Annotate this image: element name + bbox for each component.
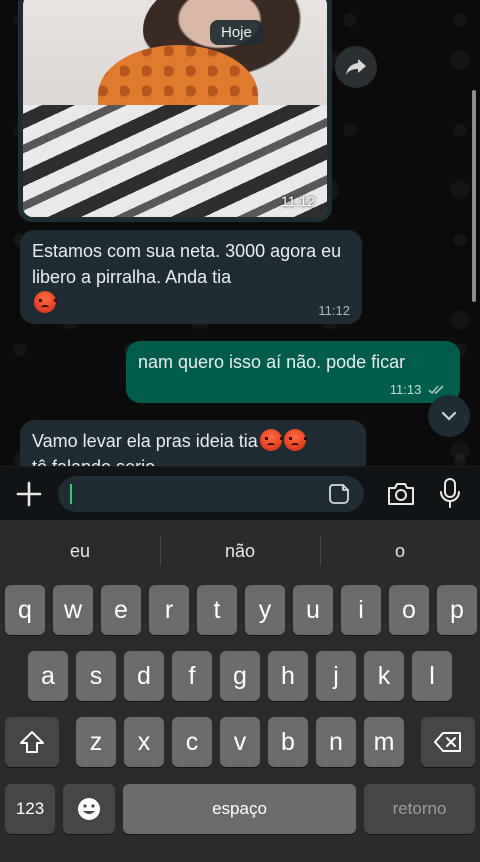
on-screen-keyboard: eu não o q w e r t y u i o p a s d f g h… — [0, 520, 480, 862]
numbers-key[interactable]: 123 — [5, 784, 55, 834]
key-t[interactable]: t — [197, 585, 237, 635]
plus-icon[interactable] — [14, 479, 44, 509]
key-l[interactable]: l — [412, 651, 452, 701]
key-x[interactable]: x — [124, 717, 164, 767]
key-u[interactable]: u — [293, 585, 333, 635]
key-k[interactable]: k — [364, 651, 404, 701]
key-v[interactable]: v — [220, 717, 260, 767]
scrollbar[interactable] — [472, 90, 476, 302]
emoji-icon — [78, 798, 100, 820]
incoming-message[interactable]: Vamo levar ela pras ideia tia tô falando… — [20, 420, 366, 470]
key-s[interactable]: s — [76, 651, 116, 701]
backspace-icon — [434, 732, 461, 752]
suggestion-item[interactable]: eu — [0, 534, 160, 568]
date-chip: Hoje — [210, 20, 263, 45]
key-e[interactable]: e — [101, 585, 141, 635]
autocomplete-bar: eu não o — [0, 534, 480, 568]
scroll-to-bottom-button[interactable] — [428, 395, 470, 437]
key-b[interactable]: b — [268, 717, 308, 767]
media-message[interactable]: 11:12 — [18, 0, 332, 222]
key-n[interactable]: n — [316, 717, 356, 767]
key-m[interactable]: m — [364, 717, 404, 767]
angry-face-emoji-icon — [259, 429, 283, 451]
message-text: Estamos com sua neta. 3000 agora eu libe… — [32, 241, 342, 287]
key-j[interactable]: j — [316, 651, 356, 701]
key-i[interactable]: i — [341, 585, 381, 635]
emoji-key[interactable] — [63, 784, 115, 834]
key-a[interactable]: a — [28, 651, 68, 701]
shift-icon — [20, 731, 44, 753]
key-f[interactable]: f — [172, 651, 212, 701]
incoming-message[interactable]: Estamos com sua neta. 3000 agora eu libe… — [20, 230, 362, 324]
sticker-icon[interactable] — [328, 483, 350, 505]
backspace-key[interactable] — [421, 717, 475, 767]
shift-key[interactable] — [5, 717, 59, 767]
camera-icon[interactable] — [386, 480, 416, 508]
key-r[interactable]: r — [149, 585, 189, 635]
key-d[interactable]: d — [124, 651, 164, 701]
suggestion-item[interactable]: o — [320, 534, 480, 568]
text-caret — [70, 484, 72, 504]
key-w[interactable]: w — [53, 585, 93, 635]
message-text-wrap: Vamo levar ela pras ideia tia tô falando… — [32, 428, 354, 470]
key-q[interactable]: q — [5, 585, 45, 635]
key-c[interactable]: c — [172, 717, 212, 767]
return-key[interactable]: retorno — [364, 784, 475, 834]
forward-button[interactable] — [335, 46, 377, 88]
chevron-down-icon — [441, 411, 457, 421]
photo-thumbnail[interactable]: 11:12 — [23, 0, 327, 217]
chat-area: 11:12 Hoje Estamos com sua neta. 3000 ag… — [0, 0, 480, 470]
key-h[interactable]: h — [268, 651, 308, 701]
message-time: 11:12 — [281, 193, 315, 209]
read-receipt-icon — [428, 385, 444, 395]
message-meta: 11:13 — [390, 382, 446, 397]
key-y[interactable]: y — [245, 585, 285, 635]
angry-face-emoji-icon — [283, 429, 307, 451]
key-o[interactable]: o — [389, 585, 429, 635]
microphone-icon[interactable] — [439, 477, 461, 509]
message-time: 11:12 — [318, 303, 350, 318]
key-g[interactable]: g — [220, 651, 260, 701]
message-input[interactable] — [58, 476, 364, 512]
message-text: nam quero isso aí não. pode ficar — [138, 352, 406, 372]
outgoing-message[interactable]: nam quero isso aí não. pode ficar 11:13 — [126, 341, 460, 403]
angry-face-emoji-icon — [34, 291, 57, 313]
message-time: 11:13 — [389, 382, 422, 397]
space-key[interactable]: espaço — [123, 784, 356, 834]
forward-icon — [346, 59, 366, 75]
message-text: Vamo levar ela pras ideia tia — [32, 431, 258, 451]
key-z[interactable]: z — [76, 717, 116, 767]
message-composer — [0, 466, 480, 520]
message-text-wrap: Estamos com sua neta. 3000 agora eu libe… — [32, 238, 350, 316]
key-p[interactable]: p — [437, 585, 477, 635]
suggestion-item[interactable]: não — [160, 534, 320, 568]
